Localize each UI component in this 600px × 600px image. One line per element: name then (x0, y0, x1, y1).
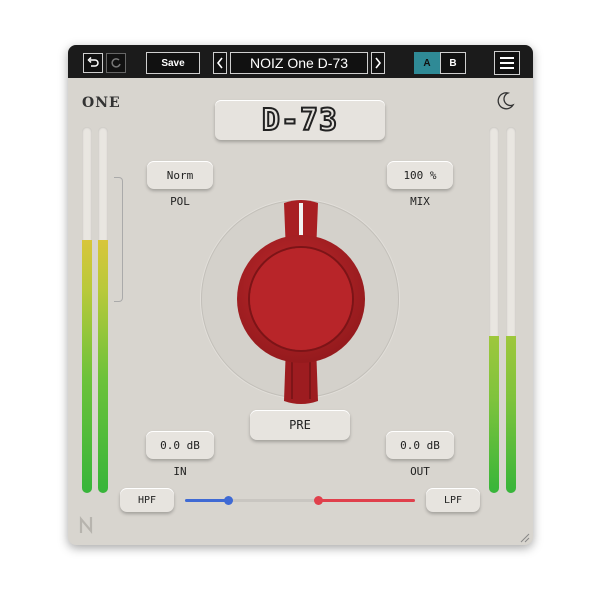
top-toolbar: Save NOIZ One D-73 A B (68, 45, 533, 78)
input-gain-label: IN (173, 465, 187, 478)
input-meter-left (82, 127, 92, 493)
save-button[interactable]: Save (146, 52, 200, 74)
noiz-n-logo-icon (79, 515, 93, 535)
polarity-control[interactable]: Norm (147, 161, 213, 189)
polarity-label: POL (170, 195, 190, 208)
input-gain-control[interactable]: 0.0 dB (146, 431, 214, 459)
pre-gain-knob[interactable] (228, 195, 374, 411)
output-meter-right-fill (506, 335, 516, 493)
next-preset-button[interactable] (371, 52, 385, 74)
ab-a-button[interactable]: A (414, 52, 440, 74)
chevron-right-icon (375, 57, 382, 69)
prev-preset-button[interactable] (213, 52, 227, 74)
hpf-button[interactable]: HPF (120, 488, 174, 512)
moon-icon[interactable] (495, 91, 515, 111)
output-gain-control[interactable]: 0.0 dB (386, 431, 454, 459)
menu-button[interactable] (494, 51, 520, 75)
output-meter-left-fill (489, 335, 499, 493)
plugin-title: D-73 (261, 102, 339, 139)
input-meter-right-fill (98, 240, 108, 493)
hpf-slider-handle[interactable] (224, 496, 234, 505)
lpf-button[interactable]: LPF (426, 488, 480, 512)
output-gain-label: OUT (410, 465, 430, 478)
chevron-left-icon (216, 57, 223, 69)
output-meter-left (489, 127, 499, 493)
redo-button[interactable] (106, 53, 126, 73)
plugin-window: Save NOIZ One D-73 A B ONE D-73 Norm POL… (68, 45, 533, 545)
pre-button[interactable]: PRE (250, 410, 350, 440)
ab-b-button[interactable]: B (440, 52, 466, 74)
undo-button[interactable] (83, 53, 103, 73)
lpf-range-fill (318, 499, 415, 502)
undo-icon (87, 57, 99, 67)
mix-label: MIX (410, 195, 430, 208)
hpf-range-fill (185, 499, 229, 502)
mix-control[interactable]: 100 % (387, 161, 453, 189)
filter-range-slider[interactable] (185, 496, 415, 505)
preset-selector[interactable]: NOIZ One D-73 (230, 52, 368, 74)
brand-logo-text: ONE (82, 95, 121, 111)
input-meter-left-fill (82, 240, 92, 493)
output-meter-right (506, 127, 516, 493)
redo-icon (111, 58, 121, 68)
lpf-slider-handle[interactable] (313, 496, 323, 505)
input-trim-bracket[interactable] (114, 177, 123, 302)
resize-grip-icon[interactable] (520, 533, 530, 543)
title-plate: D-73 (215, 100, 385, 140)
input-meter-right (98, 127, 108, 493)
hamburger-menu-icon (500, 57, 514, 59)
